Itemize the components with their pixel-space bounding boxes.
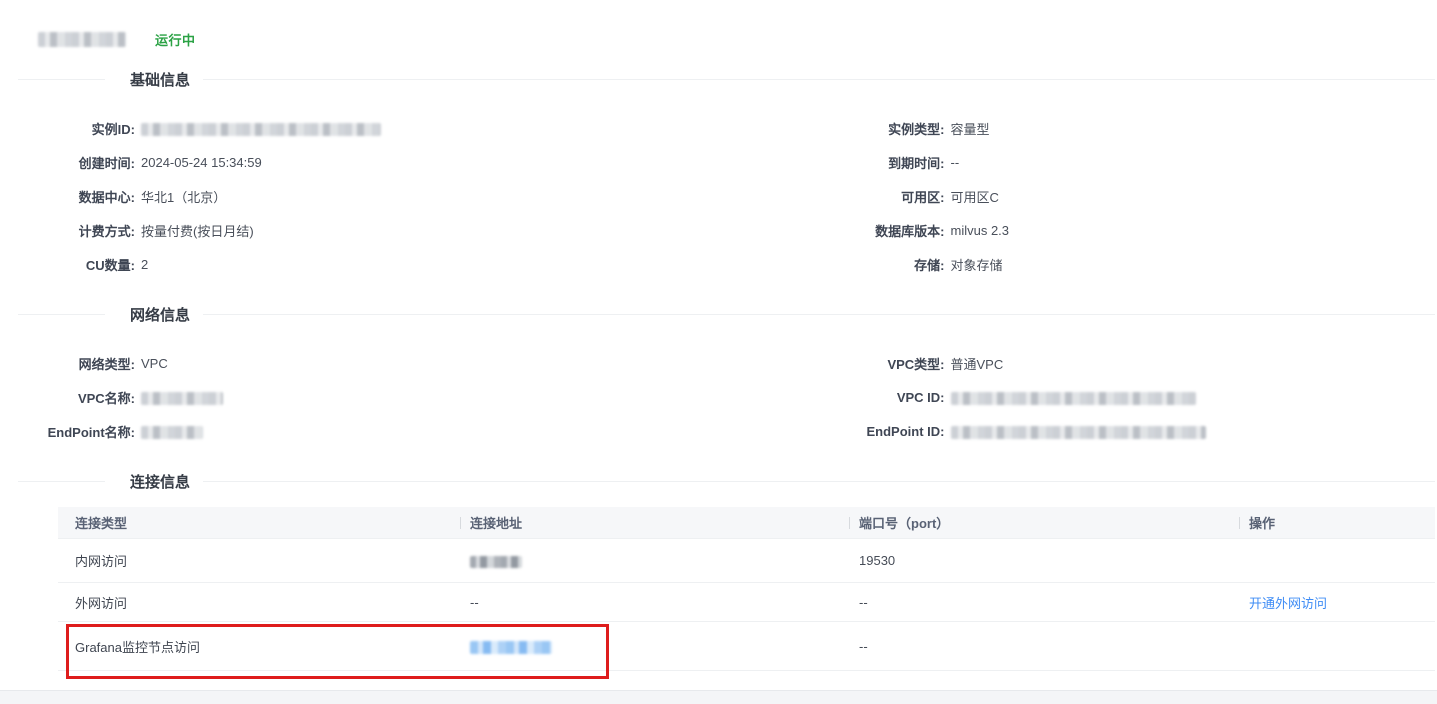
external-address-cell: -- xyxy=(470,594,479,610)
redacted-blur xyxy=(470,555,522,568)
info-row-db-version: 数据库版本: milvus 2.3 xyxy=(727,222,1436,239)
info-row-cu-count: CU数量: 2 xyxy=(18,256,727,273)
internal-port-cell: 19530 xyxy=(859,553,896,568)
divider-line xyxy=(203,313,1435,315)
info-label: 存储: xyxy=(914,257,945,273)
table-row-internal-access: 内网访问 19530 xyxy=(58,539,1435,583)
expire-time-value: -- xyxy=(950,154,960,170)
info-row-network-type: 网络类型: VPC xyxy=(18,355,727,372)
info-label: EndPoint ID: xyxy=(866,423,945,439)
divider-line xyxy=(18,78,105,80)
instance-id-value-redacted xyxy=(141,120,381,136)
external-port-cell: -- xyxy=(859,594,868,610)
col-header-port: 端口号（port） xyxy=(842,513,1232,532)
section-divider-network: 网络信息 xyxy=(18,305,1435,324)
availability-zone-value: 可用区C xyxy=(950,189,999,205)
grafana-port-cell: -- xyxy=(859,638,868,654)
connection-type-cell: 外网访问 xyxy=(75,595,128,611)
info-label: 网络类型: xyxy=(78,356,135,372)
info-row-vpc-type: VPC类型: 普通VPC xyxy=(727,355,1436,372)
db-version-value: milvus 2.3 xyxy=(950,222,1010,238)
info-row-endpoint-id: EndPoint ID: xyxy=(727,423,1436,439)
instance-detail-page: 运行中 基础信息 实例ID: 创建时间: 2024-05-24 15:34:59… xyxy=(0,0,1437,704)
endpoint-id-value-redacted xyxy=(950,423,1206,439)
billing-value: 按量付费(按日月结) xyxy=(141,223,254,239)
redacted-blur xyxy=(141,122,381,136)
endpoint-name-value-redacted xyxy=(141,423,203,439)
vpc-name-value-redacted xyxy=(141,389,223,405)
info-row-datacenter: 数据中心: 华北1（北京） xyxy=(18,188,727,205)
enable-public-access-link[interactable]: 开通外网访问 xyxy=(1249,596,1327,611)
info-label: 数据中心: xyxy=(78,189,135,205)
datacenter-value: 华北1（北京） xyxy=(141,189,227,205)
section-divider-connection: 连接信息 xyxy=(18,472,1435,491)
storage-value: 对象存储 xyxy=(950,257,1003,273)
info-label: 实例ID: xyxy=(91,121,135,137)
table-row-grafana-access: Grafana监控节点访问 -- xyxy=(58,622,1435,679)
connection-type-cell: 内网访问 xyxy=(75,554,128,569)
section-title-network: 网络信息 xyxy=(130,306,191,324)
info-label: VPC类型: xyxy=(887,356,945,372)
grafana-address-link-redacted[interactable] xyxy=(470,640,552,654)
vpc-id-value-redacted xyxy=(950,389,1196,405)
info-label: CU数量: xyxy=(85,257,135,273)
status-badge: 运行中 xyxy=(155,32,196,48)
section-divider-basic: 基础信息 xyxy=(18,70,1435,89)
divider-line xyxy=(203,480,1435,482)
info-row-billing: 计费方式: 按量付费(按日月结) xyxy=(18,222,727,239)
info-label: 实例类型: xyxy=(888,121,945,137)
internal-address-cell-redacted xyxy=(453,553,842,568)
info-row-endpoint-name: EndPoint名称: xyxy=(18,423,727,440)
footer-band xyxy=(0,690,1437,704)
col-header-connection-address: 连接地址 xyxy=(453,513,842,532)
info-label: 创建时间: xyxy=(78,155,135,171)
info-row-vpc-name: VPC名称: xyxy=(18,389,727,406)
divider-line xyxy=(203,78,1435,80)
info-label: 计费方式: xyxy=(78,223,135,239)
info-row-availability-zone: 可用区: 可用区C xyxy=(727,188,1436,205)
redacted-blur xyxy=(141,425,203,439)
cu-count-value: 2 xyxy=(141,256,149,272)
info-row-instance-type: 实例类型: 容量型 xyxy=(727,120,1436,137)
info-label: VPC ID: xyxy=(896,389,945,405)
col-header-connection-type: 连接类型 xyxy=(75,516,128,531)
col-header-actions: 操作 xyxy=(1232,513,1435,532)
divider-line xyxy=(18,313,105,315)
info-row-created-time: 创建时间: 2024-05-24 15:34:59 xyxy=(18,154,727,171)
section-title-basic: 基础信息 xyxy=(130,71,191,89)
info-row-instance-id: 实例ID: xyxy=(18,120,727,137)
info-row-storage: 存储: 对象存储 xyxy=(727,256,1436,273)
info-label: 到期时间: xyxy=(888,155,945,171)
vpc-type-value: 普通VPC xyxy=(950,356,1004,372)
basic-info-section: 实例ID: 创建时间: 2024-05-24 15:34:59 数据中心: 华北… xyxy=(18,120,1435,290)
info-label: 数据库版本: xyxy=(875,223,945,239)
redacted-blur xyxy=(141,391,223,405)
info-row-expire-time: 到期时间: -- xyxy=(727,154,1436,171)
instance-name-redacted xyxy=(38,31,126,47)
info-label: EndPoint名称: xyxy=(47,424,135,440)
network-type-value: VPC xyxy=(141,355,168,371)
connection-type-cell: Grafana监控节点访问 xyxy=(75,639,200,655)
info-label: 可用区: xyxy=(901,189,945,205)
info-label: VPC名称: xyxy=(77,390,135,406)
grafana-address-cell xyxy=(453,638,842,654)
page-header: 运行中 xyxy=(18,30,1435,48)
network-info-section: 网络类型: VPC VPC名称: EndPoint名称: VPC类型: 普通VP… xyxy=(18,355,1435,457)
instance-type-value: 容量型 xyxy=(950,121,990,137)
redacted-blur xyxy=(950,425,1206,439)
redacted-blur xyxy=(950,391,1196,405)
section-title-connection: 连接信息 xyxy=(130,473,191,491)
table-header-row: 连接类型 连接地址 端口号（port） 操作 xyxy=(58,507,1435,539)
external-action-cell: 开通外网访问 xyxy=(1232,593,1435,612)
info-row-vpc-id: VPC ID: xyxy=(727,389,1436,405)
divider-line xyxy=(18,480,105,482)
table-row-external-access: 外网访问 -- -- 开通外网访问 xyxy=(58,583,1435,622)
connection-table: 连接类型 连接地址 端口号（port） 操作 内网访问 19530 外网访问 -… xyxy=(58,507,1435,679)
created-time-value: 2024-05-24 15:34:59 xyxy=(141,154,262,170)
